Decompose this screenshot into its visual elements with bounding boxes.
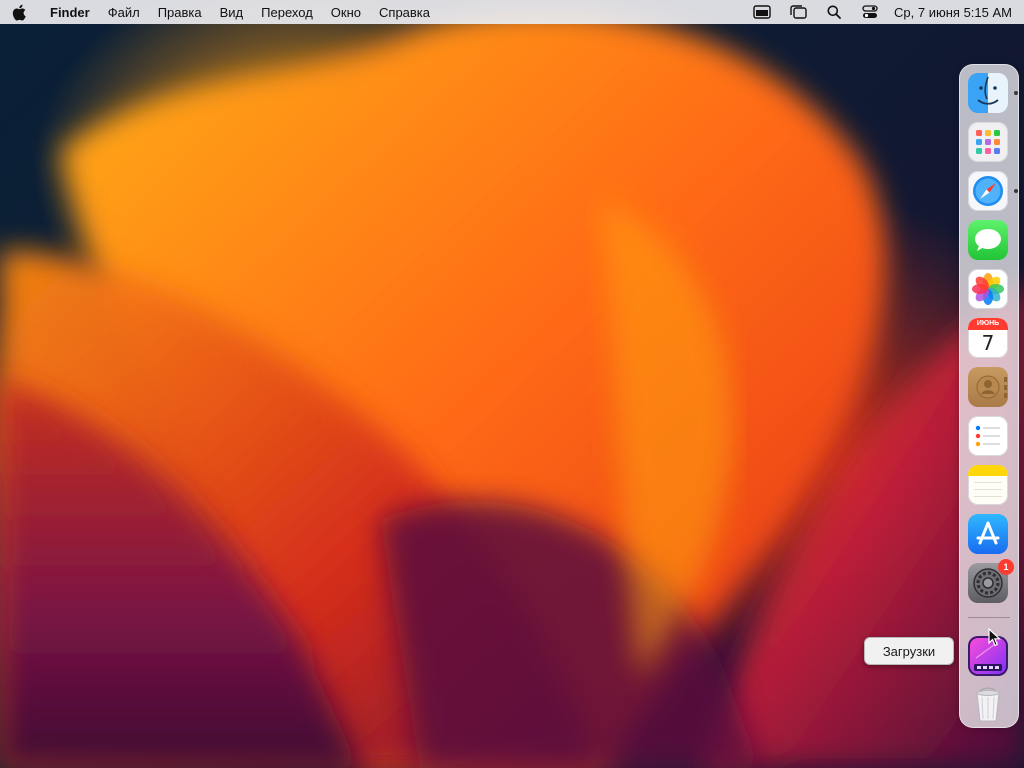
control-center-icon[interactable] <box>860 4 880 20</box>
menu-finder[interactable]: Finder <box>48 5 99 20</box>
dock-launchpad[interactable] <box>968 122 1008 162</box>
display-icon[interactable] <box>752 4 772 20</box>
menu-edit[interactable]: Правка <box>149 5 211 20</box>
notes-icon <box>968 465 1008 497</box>
dock-safari[interactable] <box>968 171 1018 211</box>
safari-running-indicator <box>1014 189 1018 193</box>
calendar-icon: ИЮНЬ 7 <box>968 318 1008 358</box>
settings-update-badge: 1 <box>998 559 1014 575</box>
menu-window[interactable]: Окно <box>322 5 370 20</box>
launchpad-icon <box>976 130 1000 154</box>
menu-go[interactable]: Переход <box>252 5 322 20</box>
dock-system-settings[interactable]: 1 <box>968 559 1014 603</box>
menu-bar: Finder Файл Правка Вид Переход Окно Спра… <box>0 0 1024 24</box>
finder-icon <box>977 76 999 105</box>
dock-calendar[interactable]: ИЮНЬ 7 <box>968 318 1008 358</box>
stage-manager-icon[interactable] <box>788 4 808 20</box>
dock-finder[interactable] <box>968 73 1018 113</box>
app-store-icon <box>976 521 1000 545</box>
reminders-icon <box>975 425 1000 447</box>
mouse-cursor-icon <box>988 628 1002 647</box>
downloads-tooltip: Загрузки <box>864 637 954 665</box>
calendar-month: ИЮНЬ <box>968 318 1008 330</box>
messages-icon <box>975 229 1001 251</box>
finder-running-indicator <box>1014 91 1018 95</box>
menu-file[interactable]: Файл <box>99 5 149 20</box>
menu-bar-clock[interactable]: Ср, 7 июня 5:15 AM <box>894 5 1012 20</box>
dock-messages[interactable] <box>968 220 1008 260</box>
safari-icon <box>973 176 1003 206</box>
menu-view[interactable]: Вид <box>211 5 253 20</box>
photos-icon <box>972 273 1004 305</box>
spotlight-search-icon[interactable] <box>824 4 844 20</box>
dock-app-store[interactable] <box>968 514 1008 554</box>
dock-trash[interactable] <box>968 685 1008 725</box>
dock-reminders[interactable] <box>968 416 1008 456</box>
dock-photos[interactable] <box>968 269 1008 309</box>
contacts-icon <box>976 375 1007 399</box>
dock-contacts[interactable] <box>968 367 1008 407</box>
dock-notes[interactable] <box>968 465 1008 505</box>
apple-menu-icon[interactable] <box>12 3 30 21</box>
dock-separator <box>968 617 1010 618</box>
trash-icon <box>976 687 1000 722</box>
calendar-day: 7 <box>981 331 995 355</box>
menu-help[interactable]: Справка <box>370 5 439 20</box>
